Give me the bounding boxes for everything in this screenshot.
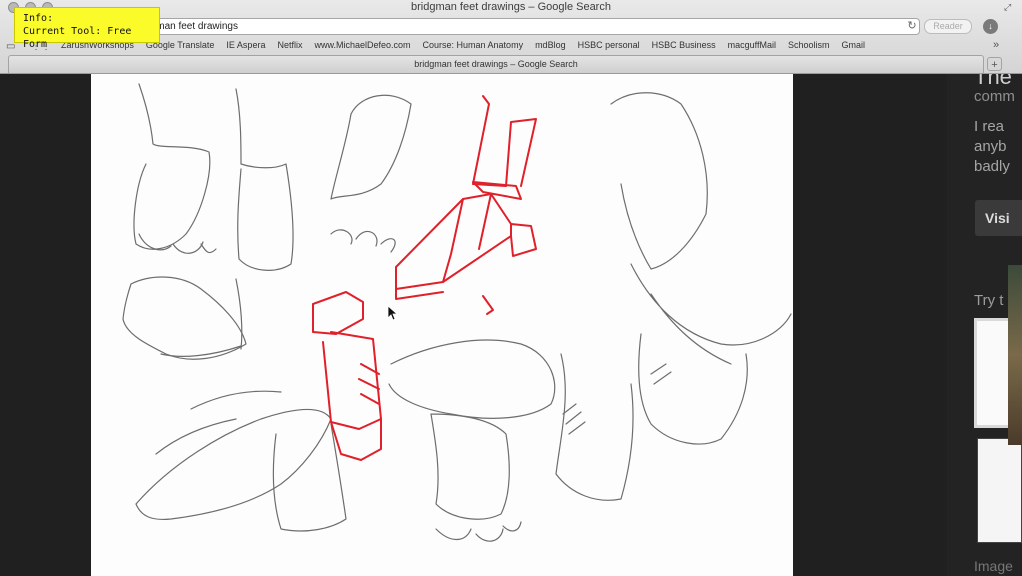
bookmark-item[interactable]: Gmail [836,38,872,53]
bookmark-list: ZarushWorkshops Google Translate IE Aspe… [55,38,871,53]
sketch-foot-7 [430,413,510,520]
feet-sketch-image [122,83,792,542]
red-block-in-shapes [312,95,537,461]
red-leg-top [472,95,537,187]
sketch-foot-2 [235,88,294,271]
reload-icon[interactable]: ↻ [905,19,919,33]
reader-button[interactable]: Reader [924,19,972,34]
fullscreen-icon[interactable]: ⤢ [1004,2,1014,12]
bookmark-item[interactable]: IE Aspera [220,38,271,53]
red-heel-block [510,223,537,257]
bookmark-item[interactable]: Schoolism [782,38,836,53]
red-arrow [482,295,494,315]
tool-info-overlay: Info: Current Tool: Free Form [14,7,160,50]
cursor-icon [387,305,397,321]
sketch-foot-1 [133,83,211,250]
new-tab-icon[interactable]: + [987,57,1002,71]
red-lower-block-body [322,331,382,430]
download-icon[interactable]: ↓ [983,19,998,34]
sketch-foot-5 [135,408,332,521]
sidebar-comment: comm [974,88,1015,105]
sketch-foot-8 [388,339,556,419]
more-bookmarks-icon[interactable]: » [993,38,999,53]
bookmark-item[interactable]: www.MichaelDefeo.com [308,38,416,53]
sidebar-text-line: anyb [974,138,1007,155]
sketch-foot-4b [160,278,243,357]
sketch-foot-5b [155,390,282,455]
background-photo-strip [1008,265,1022,445]
info-label: Info: [23,13,54,24]
visit-button[interactable]: Visi [975,200,1022,236]
sketch-foot-6 [272,423,347,532]
sketch-toes-1 [138,233,217,254]
red-lower-block-top [312,291,364,335]
related-image-thumbnail[interactable] [977,438,1022,543]
sketch-foot-3 [330,94,412,200]
tab-active[interactable]: bridgman feet drawings – Google Search [8,55,984,73]
bookmark-item[interactable]: HSBC personal [572,38,646,53]
sidebar-images-label[interactable]: Image [974,558,1013,574]
bookmark-item[interactable]: Netflix [271,38,308,53]
sidebar-try-label: Try t [974,292,1004,309]
bookmark-item[interactable]: Course: Human Anatomy [417,38,530,53]
red-foot-box-side [395,193,492,300]
bookmark-item[interactable]: macguffMail [722,38,782,53]
sketch-foot-10 [630,263,792,365]
red-lower-block-bottom [330,418,382,461]
pencil-sketch-lines [122,83,792,542]
sketch-hatching [562,363,672,435]
bookmark-item[interactable]: mdBlog [529,38,572,53]
address-bar[interactable]: bridgman feet drawings [105,18,920,35]
sketch-foot-9 [610,92,708,270]
current-tool-label: Current Tool: Free Form [23,26,132,50]
sidebar-text-line: badly [974,158,1010,175]
sketch-foot-4 [122,276,247,360]
sketch-foot-12 [555,353,634,501]
sketch-foot-11 [638,333,748,445]
sketch-toes-7 [435,521,522,542]
bookmark-item[interactable]: HSBC Business [646,38,722,53]
sketch-toes-3 [330,229,396,253]
sidebar-text-line: I rea [974,118,1005,135]
tab-bar: bridgman feet drawings – Google Search + [0,55,1022,73]
